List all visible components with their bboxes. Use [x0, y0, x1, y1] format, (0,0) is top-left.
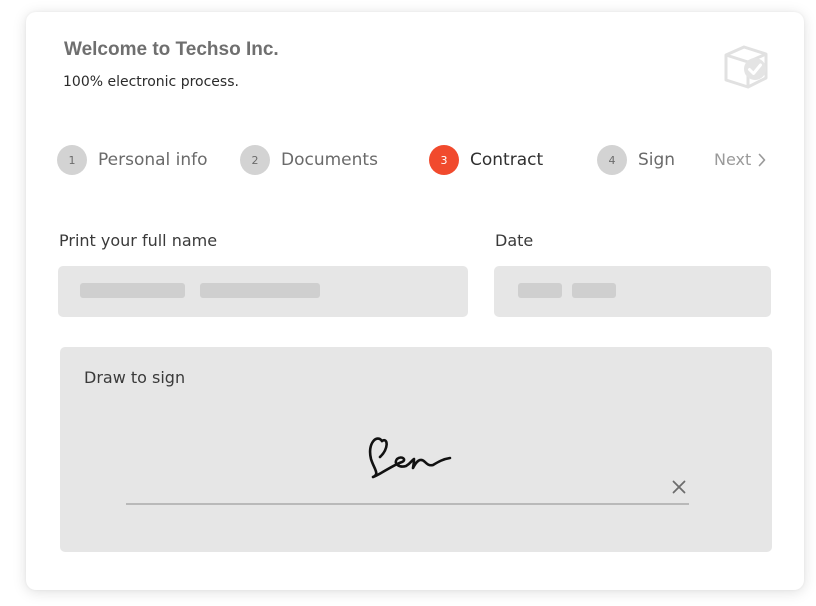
placeholder-bar	[572, 283, 616, 298]
signature-stroke	[368, 437, 452, 479]
step-sign[interactable]: 4 Sign	[597, 145, 675, 175]
onboarding-card: Welcome to Techso Inc. 100% electronic p…	[26, 12, 804, 590]
full-name-input[interactable]	[58, 266, 468, 317]
chevron-right-icon	[758, 153, 766, 166]
page-title: Welcome to Techso Inc.	[64, 39, 279, 60]
step-contract[interactable]: 3 Contract	[429, 145, 543, 175]
signature-pad[interactable]: Draw to sign	[60, 347, 772, 552]
full-name-label: Print your full name	[59, 231, 218, 250]
next-label: Next	[714, 150, 752, 169]
progress-stepper: 1 Personal info 2 Documents 3 Contract 4…	[26, 142, 804, 178]
date-input[interactable]	[494, 266, 771, 317]
next-button[interactable]: Next	[714, 150, 766, 169]
step-label: Documents	[281, 150, 378, 170]
placeholder-bar	[80, 283, 185, 298]
placeholder-bar	[518, 283, 562, 298]
date-label: Date	[495, 231, 534, 250]
step-personal-info[interactable]: 1 Personal info	[57, 145, 208, 175]
signature-label: Draw to sign	[84, 368, 186, 387]
placeholder-bar	[200, 283, 320, 298]
step-label: Personal info	[98, 150, 208, 170]
box-check-icon	[724, 45, 768, 89]
clear-signature-button[interactable]	[669, 477, 689, 497]
step-number: 1	[57, 145, 87, 175]
step-label: Contract	[470, 150, 544, 170]
step-number: 4	[597, 145, 627, 175]
step-number: 2	[240, 145, 270, 175]
step-documents[interactable]: 2 Documents	[240, 145, 378, 175]
step-label: Sign	[638, 150, 676, 170]
page-subtitle: 100% electronic process.	[63, 74, 239, 90]
close-icon	[672, 480, 686, 494]
signature-baseline	[126, 503, 689, 505]
step-number: 3	[429, 145, 459, 175]
